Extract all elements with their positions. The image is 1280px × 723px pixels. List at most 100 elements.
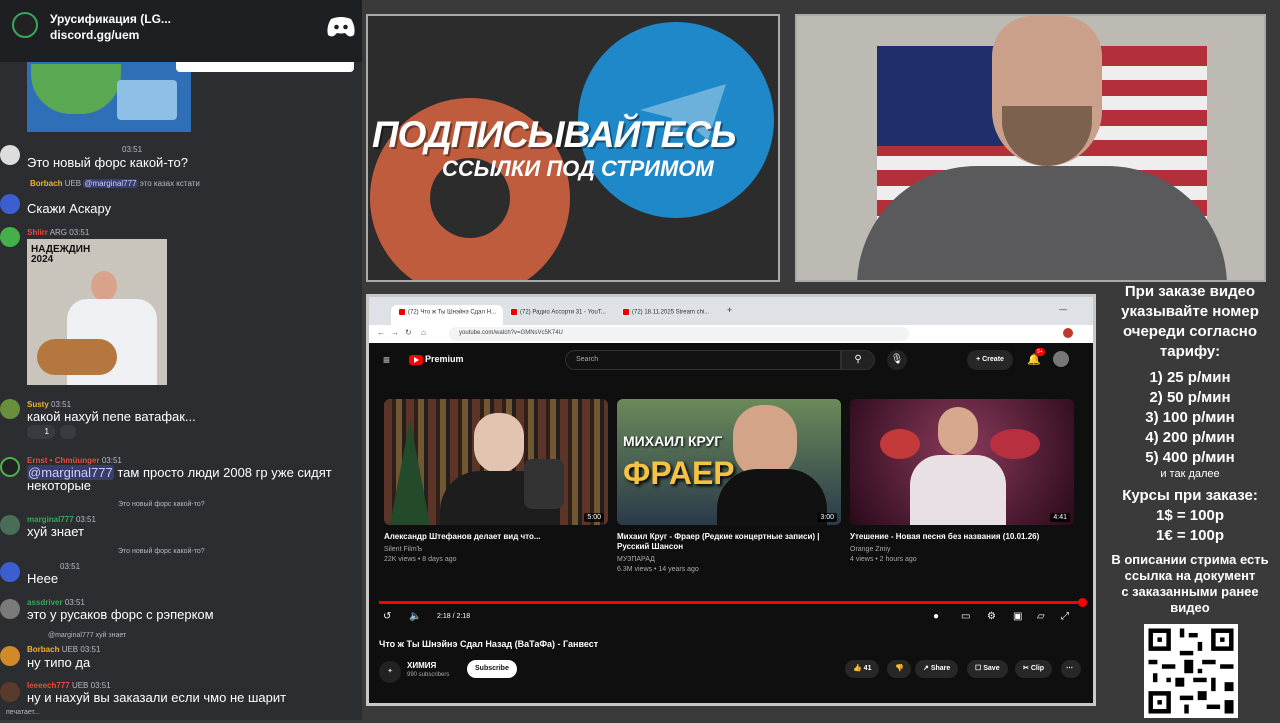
browser-tab[interactable]: (72) Радио Ассорти 31 - YouT... [503, 305, 615, 325]
subtitles-icon[interactable]: ▭ [961, 611, 970, 622]
server-invite[interactable]: discord.gg/uem [50, 28, 139, 42]
browser-tab[interactable]: (72) 18.11.2025 Stream chi... [615, 305, 719, 325]
reply-text[interactable]: Это новый форс какой-то? [118, 501, 205, 508]
replay-icon[interactable]: ↺ [383, 611, 391, 622]
message-text: ну типо да [27, 655, 91, 670]
channel-name[interactable]: ХИМИЯ [407, 661, 436, 670]
forward-icon[interactable]: → [391, 328, 399, 337]
new-tab-icon[interactable]: + [727, 305, 732, 315]
url-field[interactable]: youtube.com/watch?v=GMNsVc5K74U [449, 327, 909, 341]
qr-code [1144, 624, 1238, 718]
message-time: 03:51 [60, 562, 81, 571]
add-reaction-icon[interactable] [60, 425, 76, 439]
more-options-icon[interactable]: ⋯ [1061, 660, 1081, 678]
desc-line: с заказанными ранее [1121, 584, 1259, 599]
mention[interactable]: @marginal777 [83, 179, 138, 188]
avatar[interactable] [0, 599, 20, 619]
home-icon[interactable]: ⌂ [421, 328, 426, 337]
message-time: 03:51 [80, 645, 101, 654]
username[interactable]: Shlirr [27, 228, 48, 237]
fullscreen-icon[interactable]: ⤢ [1061, 611, 1069, 622]
video-title[interactable]: Утешение - Новая песня без названия (10.… [850, 532, 1074, 542]
desc-line: ссылка на документ [1124, 568, 1256, 583]
miniplayer-icon[interactable]: ▣ [1013, 611, 1022, 622]
video-thumbnail[interactable] [384, 399, 608, 525]
avatar[interactable] [0, 227, 20, 247]
username[interactable]: Ieeeech777 [27, 681, 70, 690]
discord-chat: 03:51 Это новый форс какой-то? Borbach U… [0, 0, 362, 720]
avatar[interactable] [0, 682, 20, 702]
username[interactable]: Susty [27, 400, 49, 409]
username[interactable]: Borbach [30, 179, 62, 188]
minimize-icon[interactable]: — [1059, 305, 1067, 314]
message-text: Это новый форс какой-то? [27, 155, 188, 170]
server-icon[interactable] [12, 12, 38, 38]
channel-name[interactable]: Silent FilmЪ [384, 546, 422, 553]
username[interactable]: Borbach [27, 645, 59, 654]
channel-name[interactable]: Orange Zmiy [850, 546, 890, 553]
avatar[interactable] [0, 646, 20, 666]
banner-subtitle: ССЫЛКИ ПОД СТРИМОМ [442, 156, 714, 181]
profile-icon[interactable] [1063, 328, 1073, 338]
browser-tab[interactable]: (72) Что ж Ты Шнэйнэ Сдал Н... [391, 305, 503, 325]
save-button[interactable]: ☐ Save [967, 660, 1008, 678]
back-icon[interactable]: ← [377, 328, 385, 337]
thumbnail-text: ФРАЕР [623, 455, 735, 491]
cast-icon[interactable]: ▱ [1037, 611, 1045, 622]
autoplay-icon[interactable]: ● [933, 611, 939, 622]
username[interactable]: marginal777 [27, 515, 74, 524]
video-title[interactable]: Александр Штефанов делает вид что... [384, 532, 608, 542]
dislike-button[interactable]: 👎 [887, 660, 911, 678]
search-icon[interactable]: ⚲ [841, 350, 875, 370]
video-thumbnail[interactable]: МИХАИЛ КРУГ ФРАЕР [617, 399, 841, 525]
info-line: тарифу: [1159, 343, 1221, 360]
progress-scrubber[interactable] [1078, 598, 1087, 607]
message-time: 03:51 [51, 400, 72, 409]
channel-name[interactable]: МУЗПАРАД [617, 556, 655, 563]
youtube-logo[interactable]: Premium [409, 354, 464, 365]
avatar[interactable] [0, 399, 20, 419]
avatar[interactable] [0, 562, 20, 582]
reply-text[interactable]: Это новый форс какой-то? [118, 548, 205, 555]
desc-line: видео [1170, 600, 1210, 615]
username[interactable]: Ernst • Chmüunger [27, 456, 100, 465]
like-button[interactable]: 👍 41 [845, 660, 880, 678]
clip-button[interactable]: ✂ Clip [1015, 660, 1053, 678]
create-button[interactable]: + Create [967, 350, 1013, 370]
message-time: 03:51 [75, 515, 96, 524]
reaction[interactable]: 1 [27, 425, 55, 439]
rate-line: 1€ = 100р [1156, 527, 1224, 544]
share-button[interactable]: ↗ Share [915, 660, 959, 678]
image-caption: НАДЕЖДИН 2024 [31, 244, 91, 265]
rate-line: 1$ = 100р [1156, 507, 1224, 524]
message-text: это у русаков форс с рэперком [27, 607, 214, 622]
user-badge: ARG [49, 228, 68, 237]
channel-avatar[interactable]: ✦ [379, 661, 401, 683]
menu-icon[interactable]: ≡ [383, 353, 390, 367]
video-title[interactable]: Михаил Круг - Фраер (Редкие концертные з… [617, 532, 841, 552]
avatar[interactable] [0, 194, 20, 214]
subscribe-button[interactable]: Subscribe [467, 660, 517, 678]
message-text: какой нахуй пепе ватафак... [27, 409, 196, 424]
avatar[interactable] [0, 515, 20, 535]
thumbnail-text: МИХАИЛ КРУГ [623, 433, 723, 449]
channel-row: ✦ ХИМИЯ 990 subscribers Subscribe 👍 41 👎… [369, 657, 1093, 687]
username[interactable]: assdriver [27, 598, 63, 607]
notification-badge: 9+ [1035, 348, 1045, 356]
avatar[interactable] [0, 145, 20, 165]
microphone-icon[interactable]: 🎙 [887, 350, 907, 370]
browser-window: (72) Что ж Ты Шнэйнэ Сдал Н... (72) Ради… [366, 294, 1096, 706]
settings-icon[interactable]: ⚙ [987, 611, 996, 622]
reply-text[interactable]: @marginal777 хуй знает [48, 632, 126, 639]
search-input[interactable]: Search [565, 350, 841, 370]
progress-bar[interactable] [379, 601, 1085, 604]
tariff-line: 2) 50 р/мин [1149, 389, 1231, 406]
message-text: Нееe [27, 571, 59, 586]
video-thumbnail[interactable] [850, 399, 1074, 525]
avatar[interactable] [0, 457, 20, 477]
avatar[interactable] [1053, 351, 1069, 367]
volume-icon[interactable]: 🔈 [409, 611, 421, 622]
attached-image[interactable]: НАДЕЖДИН 2024 [27, 239, 167, 385]
reload-icon[interactable]: ↻ [405, 328, 412, 337]
message-text: ну и нахуй вы заказали если чмо не шарит [27, 690, 287, 705]
